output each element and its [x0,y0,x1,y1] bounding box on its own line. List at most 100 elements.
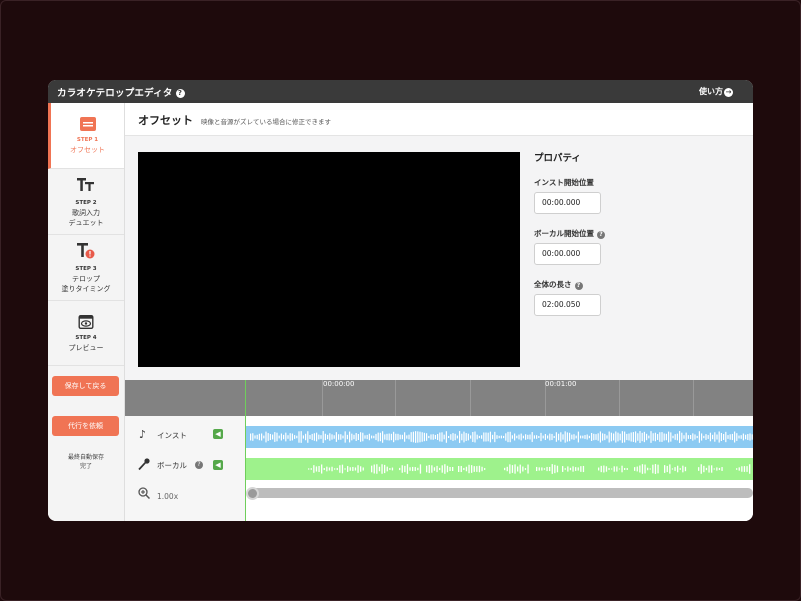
waveform-bar [593,433,595,441]
waveform-bar [274,432,276,442]
waveform-bar [503,435,505,439]
total-length-input[interactable]: 02:00.050 [534,294,601,316]
waveform-bar [509,431,511,443]
waveform-bar [474,431,476,443]
waveform-bar [452,466,454,472]
waveform-bar [696,435,698,439]
waveform-bar [567,466,569,472]
zoom-in-icon[interactable] [138,487,150,499]
waveform-bar [326,466,328,472]
vocal-waveform[interactable] [246,458,753,480]
timeline-scrollbar[interactable] [250,488,753,498]
waveform-bar [606,435,608,439]
waveform-bar [729,434,731,440]
properties-panel: プロパティ インスト開始位置 00:00.000 ボーカル開始位置? 00:00… [534,150,744,330]
waveform-bar [707,435,709,439]
waveform-bar [542,435,544,439]
waveform-bar [562,434,564,440]
sidebar-step-4[interactable]: STEP 4 プレビュー [48,301,124,366]
help-icon[interactable]: ? [597,231,605,239]
waveform-bar [342,435,344,439]
waveform-bar [654,432,656,442]
waveform-bar [364,435,366,439]
help-icon[interactable]: ? [574,282,583,290]
waveform-bar [713,468,715,470]
playhead[interactable] [245,380,246,521]
waveform-bar [519,464,521,474]
waveform-bar [711,465,713,473]
save-and-back-button[interactable]: 保存して戻る [52,376,119,396]
track-labels: ♪ インスト ◀ ボーカル ? ◀ 1.00x [125,416,246,521]
waveform-bar [316,432,318,442]
waveform-bar [630,432,632,442]
waveform-bar [331,434,333,440]
waveform-bar [588,435,590,439]
waveform-bar [694,434,696,440]
speaker-icon[interactable]: ◀ [213,460,223,470]
total-length-label-text: 全体の長さ [534,280,572,289]
waveform-bar [527,434,529,440]
waveform-bar [566,432,568,442]
inst-track-name: インスト [157,431,187,440]
waveform-bar [395,433,397,441]
waveform-bar [613,466,615,472]
waveform-bar [371,465,373,473]
waveform-bar [419,464,422,474]
waveform-bar [608,468,610,470]
timeline-ruler[interactable]: 00:00:00 00:01:00 [125,380,753,416]
waveform-bar [338,434,340,440]
sidebar-step-1[interactable]: STEP 1 オフセット [48,103,124,169]
waveform-bar [300,431,302,443]
scroll-handle[interactable] [246,487,259,500]
waveform-bar [731,433,733,441]
waveform-bar [743,466,746,472]
help-icon[interactable]: ? [195,461,203,469]
vocal-start-input[interactable]: 00:00.000 [534,243,601,265]
waveform-bar [692,433,694,441]
waveform-bar [676,433,678,441]
step-4-label: プレビュー [68,344,104,352]
waveform-bar [291,433,293,441]
waveform-bar [616,466,618,472]
waveform-bar [595,434,597,440]
video-preview[interactable] [138,152,520,367]
sidebar-step-2[interactable]: STEP 2 歌詞入力 デュエット [48,169,124,235]
speaker-icon[interactable]: ◀ [213,429,223,439]
waveform-bar [624,431,626,443]
waveform-bar [517,466,519,472]
vocal-start-label: ボーカル開始位置? [534,228,744,239]
inst-waveform[interactable] [246,426,753,448]
waveform-bar [341,464,344,474]
waveform-bar [553,435,555,439]
waveform-bar [339,465,341,473]
help-icon[interactable]: ? [175,89,185,98]
inst-start-input[interactable]: 00:00.000 [534,192,601,214]
waveform-bar [663,433,665,441]
waveform-bar [746,466,748,472]
howto-link[interactable]: 使い方 → [699,86,733,97]
waveform-bar [390,433,392,441]
step-1-num: STEP 1 [76,137,99,143]
waveform-bar [430,434,432,440]
total-length-label: 全体の長さ? [534,279,744,290]
waveform-bar [417,467,419,471]
waveform-bar [340,434,342,440]
sidebar-step-3[interactable]: STEP 3 テロップ 塗りタイミング [48,235,124,301]
waveform-bar [401,434,403,440]
waveform-bar [349,431,351,443]
waveform-bar [636,466,638,472]
waveform-bar [308,468,310,470]
tracks-area: ♪ インスト ◀ ボーカル ? ◀ 1.00x [125,416,753,521]
page-header: オフセット 映像と音源がズレている場合に修正できます [125,103,753,136]
microphone-icon [138,458,150,471]
app-title-text: カラオケテロップエディタ [57,88,173,99]
waveform-bar [258,433,260,441]
waveform-bar [333,435,335,439]
waveform-bar [621,465,623,473]
waveform-bar [716,434,718,440]
waveform-bar [577,467,579,471]
waveform-bar [657,464,659,474]
request-proxy-button[interactable]: 代行を依頼 [52,416,119,436]
waveform-bar [740,435,742,439]
waveform-bar [698,467,700,471]
